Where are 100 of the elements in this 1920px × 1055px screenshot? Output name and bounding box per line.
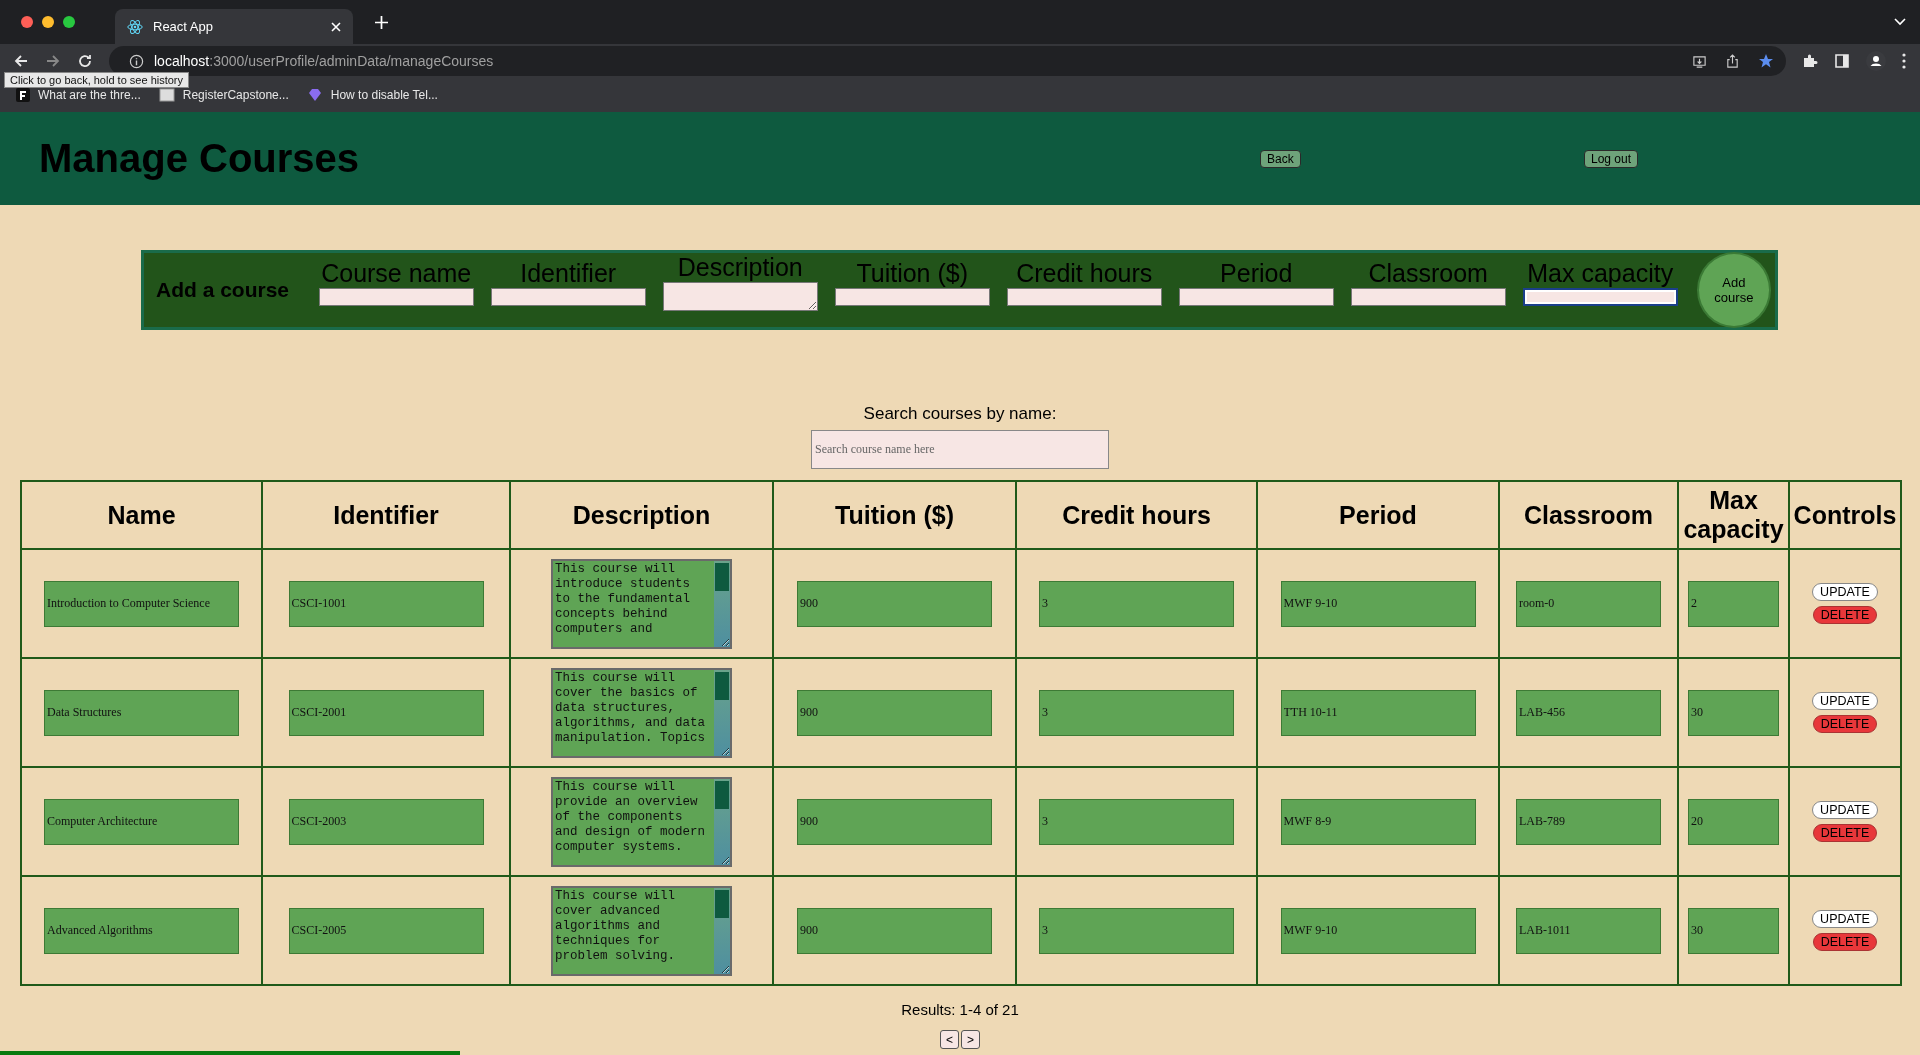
close-icon[interactable]: [331, 21, 341, 32]
column-header: Tuition ($): [773, 481, 1016, 549]
description-field[interactable]: This course will provide an overview of the components and design of modern computer systems.: [551, 776, 732, 867]
header-button[interactable]: Log out: [1584, 149, 1639, 168]
table-input[interactable]: room-0: [1516, 580, 1661, 627]
column-header: Period: [1257, 481, 1499, 549]
bookmark[interactable]: What are the thre...: [16, 88, 141, 102]
table-input[interactable]: Computer Architecture: [44, 798, 239, 845]
table-input[interactable]: 20: [1688, 798, 1779, 845]
close-window-icon[interactable]: [21, 16, 33, 28]
table-input[interactable]: 2: [1688, 580, 1779, 627]
page-button[interactable]: <: [940, 1030, 959, 1049]
table-input[interactable]: CSCI-1001: [288, 580, 484, 627]
menu-icon[interactable]: [1902, 53, 1906, 69]
field-label: Period: [1220, 258, 1293, 288]
description-field[interactable]: This course will cover the basics of data structures, algorithms, and data manipulation. Topics: [551, 667, 732, 758]
input-field[interactable]: [1006, 287, 1162, 306]
chevron-down-icon[interactable]: [1894, 18, 1906, 26]
input-field[interactable]: [1522, 287, 1678, 306]
input-field[interactable]: [1350, 287, 1506, 306]
puzzle-icon[interactable]: [1802, 53, 1818, 69]
table-input[interactable]: MWF 8-9: [1280, 798, 1476, 845]
search-field[interactable]: Search course name here: [811, 430, 1109, 469]
address-bar[interactable]: localhost:3000/userProfile/adminData/manageCourses: [109, 46, 1786, 76]
page-title: Manage Courses: [39, 136, 361, 181]
url-text: localhost:3000/userProfile/adminData/manageCourses: [154, 53, 494, 69]
table-input[interactable]: 30: [1688, 689, 1779, 736]
column-header: Name: [21, 481, 262, 549]
table-input[interactable]: 3: [1039, 798, 1234, 845]
column-header: Classroom: [1499, 481, 1678, 549]
table-input[interactable]: Data Structures: [44, 689, 239, 736]
table-input[interactable]: 3: [1039, 580, 1234, 627]
description-field[interactable]: This course will introduce students to the fundamental concepts behind computers and: [551, 558, 732, 649]
table-input[interactable]: 30: [1688, 907, 1779, 954]
update-button[interactable]: UPDATE: [1812, 583, 1878, 601]
column-header: Controls: [1789, 481, 1901, 549]
add-course-button[interactable]: Add course: [1696, 252, 1771, 328]
table-input[interactable]: CSCI-2003: [288, 798, 484, 845]
delete-button[interactable]: DELETE: [1812, 824, 1878, 842]
field-label: Tuition ($): [856, 258, 968, 288]
table-input[interactable]: 900: [797, 798, 992, 845]
side-panel-icon[interactable]: [1834, 53, 1850, 69]
column-header: Max capacity: [1678, 481, 1789, 549]
table-input[interactable]: MWF 9-10: [1280, 907, 1476, 954]
table-input[interactable]: CSCI-2005: [288, 907, 484, 954]
field-label: Classroom: [1368, 258, 1488, 288]
update-button[interactable]: UPDATE: [1812, 692, 1878, 710]
input-field[interactable]: [834, 287, 990, 306]
tooltip: Click to go back, hold to see history: [4, 72, 190, 88]
back-arrow-icon[interactable]: [13, 53, 29, 69]
table-input[interactable]: LAB-456: [1516, 689, 1661, 736]
table-input[interactable]: 3: [1039, 907, 1234, 954]
column-header: Description: [510, 481, 773, 549]
update-button[interactable]: UPDATE: [1812, 801, 1878, 819]
table-input[interactable]: MWF 9-10: [1280, 580, 1476, 627]
table-input[interactable]: 3: [1039, 689, 1234, 736]
table-input[interactable]: TTH 10-11: [1280, 689, 1476, 736]
description-field[interactable]: This course will cover advanced algorithms and techniques for problem solving.: [551, 885, 732, 976]
minimize-window-icon[interactable]: [42, 16, 54, 28]
delete-button[interactable]: DELETE: [1812, 933, 1878, 951]
delete-button[interactable]: DELETE: [1812, 715, 1878, 733]
table-input[interactable]: Introduction to Computer Science: [44, 580, 239, 627]
table-input[interactable]: CSCI-2001: [288, 689, 484, 736]
browser-tab[interactable]: React App: [115, 9, 353, 44]
table-input[interactable]: LAB-1011: [1516, 907, 1661, 954]
search-label: Search courses by name:: [863, 404, 1057, 424]
update-button[interactable]: UPDATE: [1812, 910, 1878, 928]
install-icon[interactable]: [1692, 53, 1707, 69]
page-icon: [158, 88, 175, 102]
results-count: Results: 1-4 of 21: [900, 1001, 1020, 1018]
gem-icon: [306, 88, 323, 102]
input-field[interactable]: [318, 287, 474, 306]
forward-arrow-icon[interactable]: [45, 53, 61, 69]
field-label: Credit hours: [1016, 258, 1153, 288]
column-header: Identifier: [262, 481, 510, 549]
tab-title: React App: [153, 19, 214, 34]
star-icon[interactable]: [1758, 53, 1774, 69]
field-label: Max capacity: [1527, 258, 1674, 288]
field-label: Course name: [321, 258, 472, 288]
table-input[interactable]: 900: [797, 907, 992, 954]
page-button[interactable]: >: [961, 1030, 980, 1049]
table-input[interactable]: 900: [797, 689, 992, 736]
share-icon[interactable]: [1725, 53, 1740, 69]
atom-icon: [127, 18, 143, 35]
bookmark[interactable]: RegisterCapstone...: [158, 88, 289, 102]
reload-icon[interactable]: [77, 53, 93, 69]
input-field[interactable]: [490, 287, 646, 306]
maximize-window-icon[interactable]: [63, 16, 75, 28]
info-icon: [129, 53, 144, 69]
table-input[interactable]: LAB-789: [1516, 798, 1661, 845]
new-tab-icon[interactable]: [375, 15, 388, 29]
header-button[interactable]: Back: [1260, 149, 1301, 168]
text-area[interactable]: [662, 282, 818, 311]
field-label: Identifier: [520, 258, 617, 288]
table-input[interactable]: Advanced Algorithms: [44, 907, 239, 954]
letter-f-icon: [16, 88, 30, 102]
bookmark[interactable]: How to disable Tel...: [306, 88, 438, 102]
input-field[interactable]: [1178, 287, 1334, 306]
table-input[interactable]: 900: [797, 580, 992, 627]
delete-button[interactable]: DELETE: [1812, 606, 1878, 624]
